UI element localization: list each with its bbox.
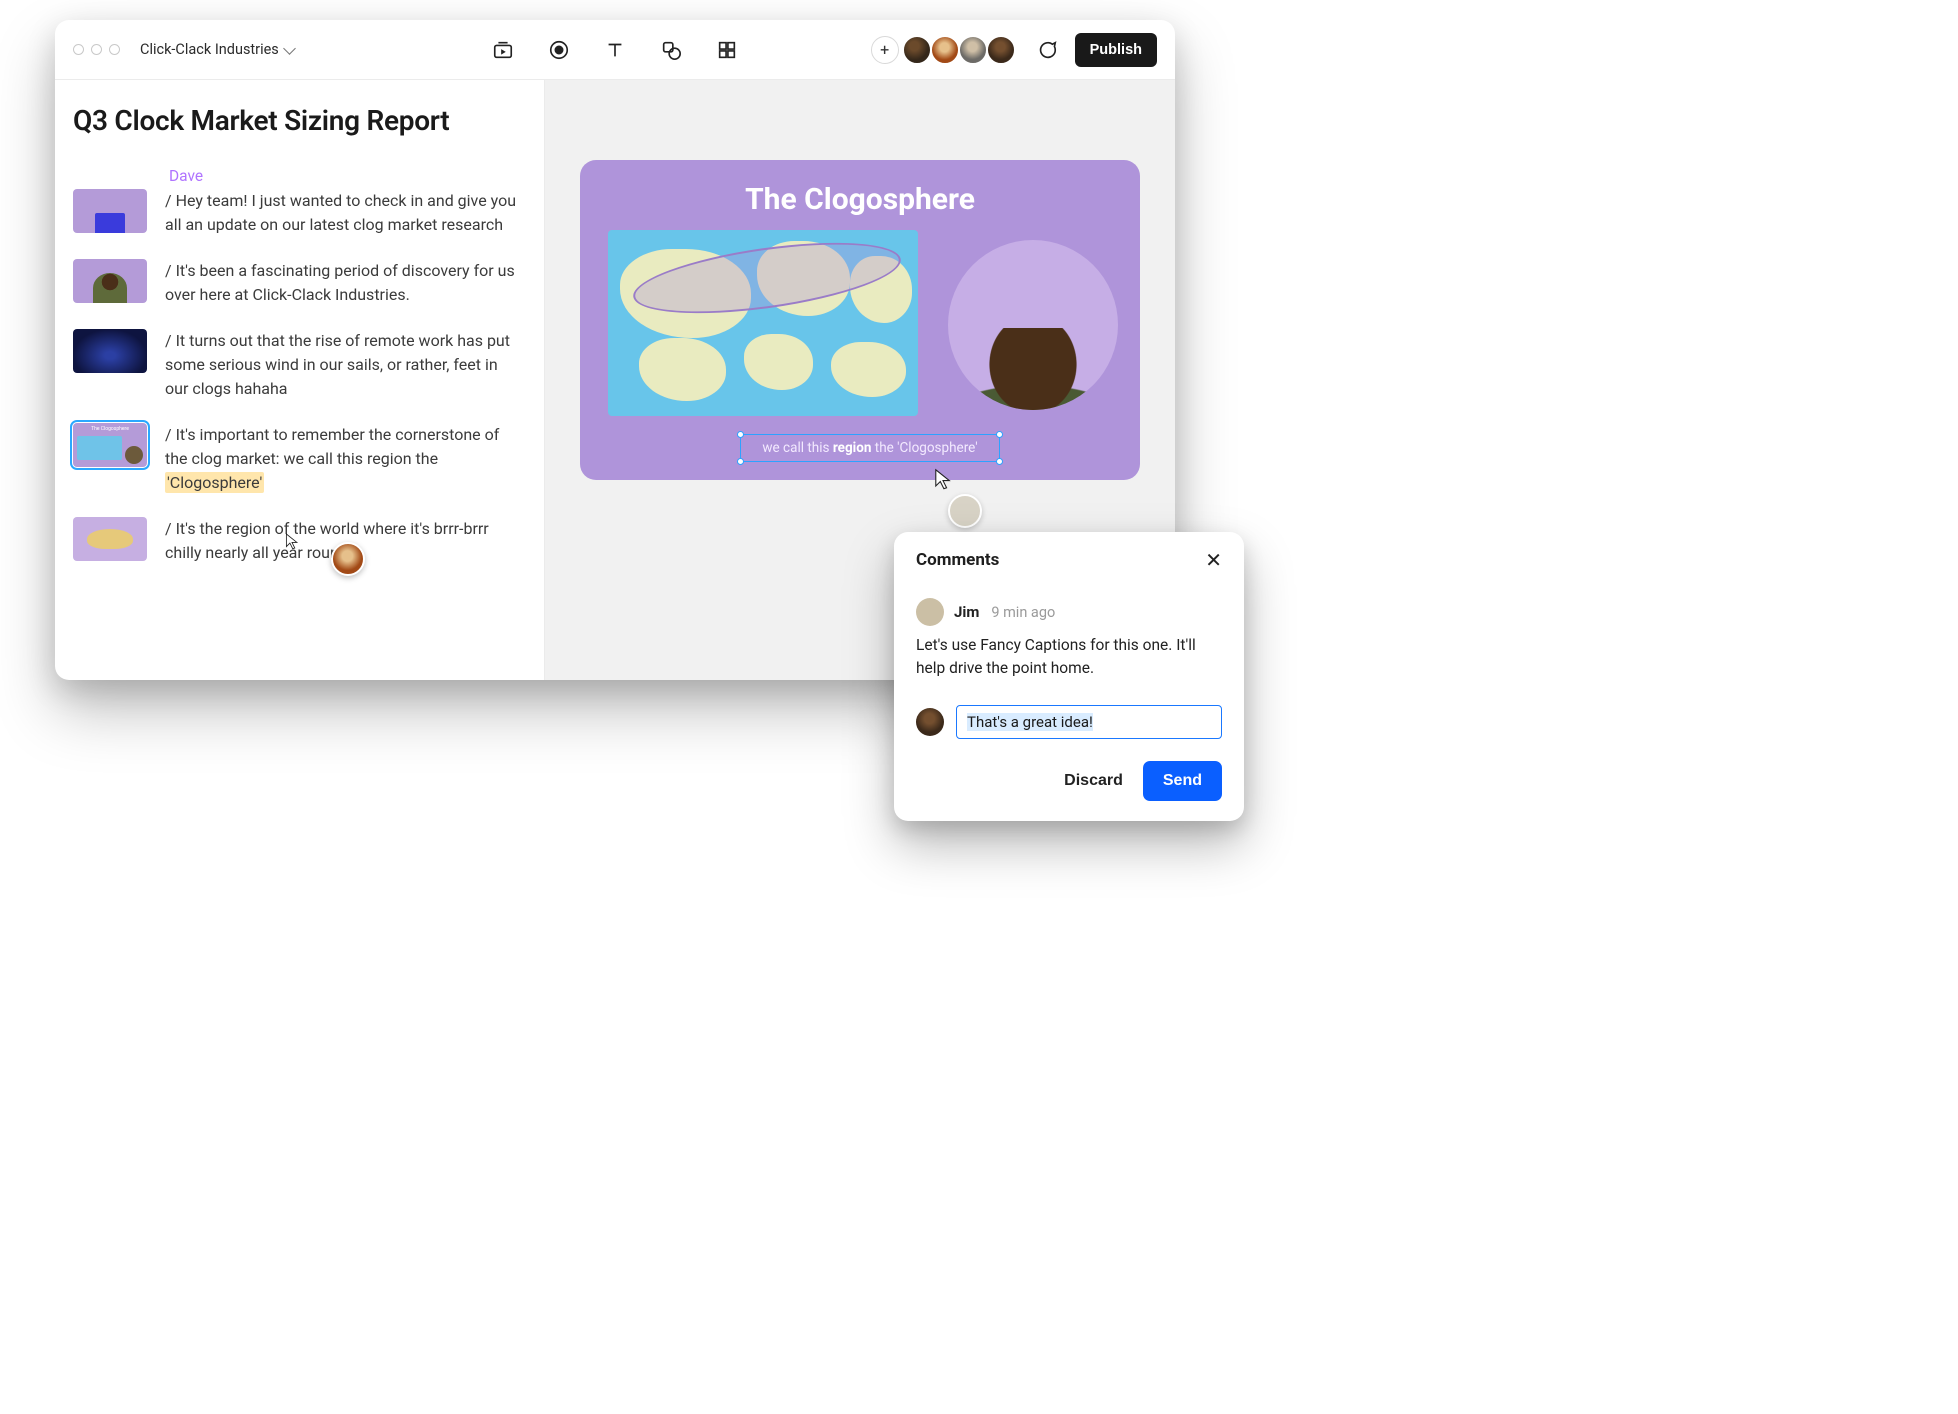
publish-button[interactable]: Publish	[1075, 33, 1157, 67]
chevron-down-icon	[283, 42, 296, 55]
comments-header: Comments ✕	[916, 550, 1222, 570]
segment-row-2: / It's been a fascinating period of disc…	[73, 259, 520, 307]
comment-author-name: Jim	[954, 603, 979, 621]
segment-text-2[interactable]: / It's been a fascinating period of disc…	[165, 259, 520, 307]
reply-avatar	[916, 708, 944, 736]
segment-thumbnail-1[interactable]	[73, 189, 147, 233]
grid-tool-icon[interactable]	[716, 39, 738, 61]
comment-timestamp: 9 min ago	[991, 604, 1055, 621]
collaborator-cursor-avatar	[948, 494, 982, 528]
collaborator-cursor-avatar	[331, 542, 365, 576]
segment-thumbnail-4[interactable]: The Clogosphere	[73, 423, 147, 467]
topbar-right: + Publish	[871, 33, 1157, 67]
collaborator-avatar-2[interactable]	[931, 36, 959, 64]
highlighted-text[interactable]: 'Clogosphere'	[165, 472, 264, 493]
reply-row: That's a great idea!	[916, 705, 1222, 739]
project-name: Click-Clack Industries	[140, 41, 279, 58]
collaborator-avatar-3[interactable]	[959, 36, 987, 64]
segment-thumbnail-3[interactable]	[73, 329, 147, 373]
discard-button[interactable]: Discard	[1056, 762, 1131, 800]
author-name[interactable]: Dave	[169, 167, 520, 185]
segment-row-3: / It turns out that the rise of remote w…	[73, 329, 520, 401]
record-tool-icon[interactable]	[548, 39, 570, 61]
segment-row-1: / Hey team! I just wanted to check in an…	[73, 189, 520, 237]
segment-thumbnail-2[interactable]	[73, 259, 147, 303]
comments-panel: Comments ✕ Jim 9 min ago Let's use Fancy…	[894, 532, 1244, 821]
resize-handle-bl[interactable]	[737, 458, 744, 465]
text-tool-icon[interactable]	[604, 39, 626, 61]
presenter-video[interactable]	[948, 240, 1118, 410]
caption-text: we call this region the 'Clogosphere'	[762, 440, 977, 456]
resize-handle-tl[interactable]	[737, 431, 744, 438]
segment-text-1[interactable]: / Hey team! I just wanted to check in an…	[165, 189, 520, 237]
comments-icon[interactable]	[1033, 36, 1061, 64]
segment-thumbnail-5[interactable]	[73, 517, 147, 561]
traffic-light-zoom[interactable]	[109, 44, 120, 55]
cursor-icon	[285, 532, 299, 550]
send-button[interactable]: Send	[1143, 761, 1222, 801]
project-dropdown[interactable]: Click-Clack Industries	[140, 41, 294, 58]
slide-title[interactable]: The Clogosphere	[608, 182, 1112, 217]
comment-meta: Jim 9 min ago	[916, 598, 1222, 626]
window-controls	[73, 44, 120, 55]
segment-row-4: The Clogosphere / It's important to reme…	[73, 423, 520, 495]
reply-input[interactable]: That's a great idea!	[956, 705, 1222, 739]
document-title: Q3 Clock Market Sizing Report	[73, 104, 520, 137]
comments-heading: Comments	[916, 550, 999, 570]
slide-preview[interactable]: The Clogosphere w	[580, 160, 1140, 480]
collaborator-avatar-4[interactable]	[987, 36, 1015, 64]
shape-tool-icon[interactable]	[660, 39, 682, 61]
resize-handle-tr[interactable]	[996, 431, 1003, 438]
top-bar: Click-Clack Industries	[55, 20, 1175, 80]
traffic-light-minimize[interactable]	[91, 44, 102, 55]
add-collaborator-button[interactable]: +	[871, 36, 899, 64]
comment-body: Let's use Fancy Captions for this one. I…	[916, 634, 1222, 681]
segment-text-4[interactable]: / It's important to remember the corners…	[165, 423, 520, 495]
comment-author-avatar	[916, 598, 944, 626]
segment-text-3[interactable]: / It turns out that the rise of remote w…	[165, 329, 520, 401]
caption-selection[interactable]: we call this region the 'Clogosphere'	[740, 434, 1000, 462]
cursor-icon	[934, 468, 952, 490]
comment-actions: Discard Send	[916, 761, 1222, 801]
resize-handle-br[interactable]	[996, 458, 1003, 465]
toolbar	[492, 20, 738, 80]
slides-tool-icon[interactable]	[492, 39, 514, 61]
close-icon[interactable]: ✕	[1205, 550, 1222, 570]
collaborator-avatar-1[interactable]	[903, 36, 931, 64]
transcript-pane: Q3 Clock Market Sizing Report Dave / Hey…	[55, 80, 545, 680]
traffic-light-close[interactable]	[73, 44, 84, 55]
slide-map[interactable]	[608, 230, 918, 416]
